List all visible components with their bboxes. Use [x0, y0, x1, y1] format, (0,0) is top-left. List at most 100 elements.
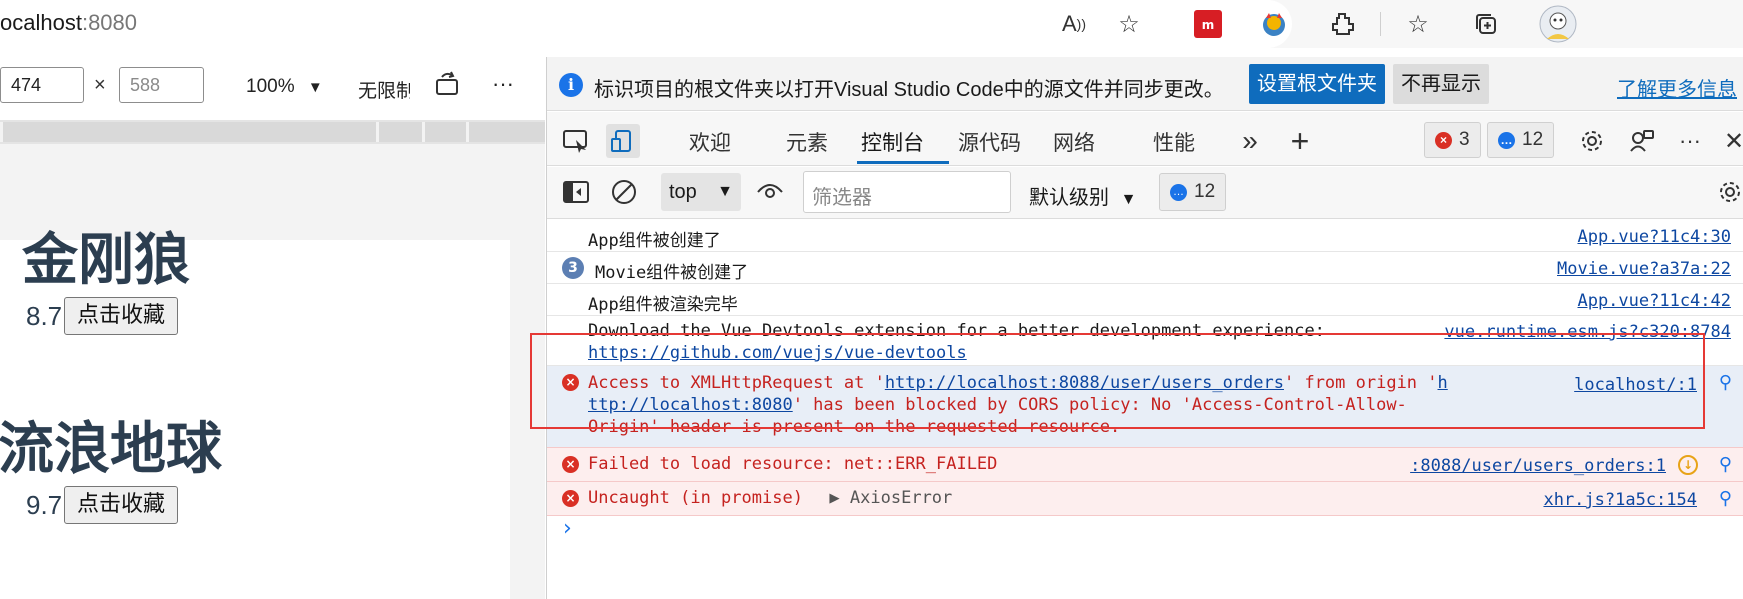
- tab-network[interactable]: 网络: [1053, 127, 1095, 157]
- viewport-gutter: [510, 177, 545, 599]
- favorite-button[interactable]: 点击收藏: [64, 486, 179, 524]
- devtools-tabbar: 欢迎 元素 控制台 源代码 网络 性能 » + × 3 … 12 ··· ✕: [547, 112, 1743, 166]
- more-tabs-icon[interactable]: »: [1233, 124, 1267, 158]
- filter-input[interactable]: 筛选器: [803, 171, 1011, 213]
- origin-url-link[interactable]: ttp://localhost:8080: [588, 395, 793, 415]
- console-message[interactable]: App组件被创建了 App.vue?11c4:30: [547, 220, 1743, 252]
- inspect-element-icon[interactable]: [559, 124, 593, 158]
- tab-performance[interactable]: 性能: [1153, 127, 1195, 157]
- console-error-message[interactable]: × Failed to load resource: net::ERR_FAIL…: [547, 448, 1743, 482]
- source-link[interactable]: App.vue?11c4:42: [1577, 291, 1731, 311]
- search-icon[interactable]: ⚲: [1719, 372, 1732, 393]
- search-icon[interactable]: ⚲: [1719, 454, 1732, 475]
- active-tab-indicator: [857, 161, 949, 164]
- source-link[interactable]: App.vue?11c4:30: [1577, 227, 1731, 247]
- feedback-icon[interactable]: [1625, 124, 1659, 158]
- message-text: Download the Vue Devtools extension for …: [588, 321, 1336, 341]
- more-options-icon[interactable]: ···: [1673, 124, 1707, 158]
- message-icon: …: [1170, 184, 1187, 201]
- message-text: Uncaught (in promise) ▶ AxiosError: [588, 488, 953, 508]
- add-tab-icon[interactable]: +: [1283, 123, 1317, 159]
- tab-welcome[interactable]: 欢迎: [689, 127, 731, 157]
- zoom-select[interactable]: 100% ▼: [246, 76, 323, 98]
- extensions-icon[interactable]: [1327, 8, 1359, 40]
- settings-gear-icon[interactable]: [1575, 124, 1609, 158]
- throttle-select[interactable]: 无限制: [358, 76, 410, 103]
- media-query-bar[interactable]: [422, 122, 466, 142]
- message-text: Access to XMLHttpRequest at 'http://loca…: [588, 373, 1448, 393]
- chevron-down-icon: ▼: [1120, 191, 1137, 208]
- rotate-device-icon[interactable]: [434, 71, 462, 103]
- extension-cat-icon[interactable]: [1258, 8, 1290, 40]
- device-toolbar: 474 × 588 100% ▼ 无限制 ···: [0, 57, 545, 113]
- toggle-sidebar-icon[interactable]: [559, 175, 593, 209]
- learn-more-link[interactable]: 了解更多信息: [1617, 73, 1737, 102]
- console-messages: App组件被创建了 App.vue?11c4:30 3 Movie组件被创建了 …: [547, 220, 1743, 599]
- favorite-button[interactable]: 点击收藏: [64, 297, 179, 335]
- console-error-message[interactable]: × Access to XMLHttpRequest at 'http://lo…: [547, 366, 1743, 448]
- clear-console-icon[interactable]: [607, 175, 641, 209]
- message-icon: …: [1498, 132, 1515, 149]
- expand-triangle-icon[interactable]: ▶: [829, 488, 839, 508]
- collections-icon[interactable]: [1470, 8, 1502, 40]
- source-link[interactable]: Movie.vue?a37a:22: [1557, 259, 1731, 279]
- movie-score: 8.7: [26, 301, 63, 331]
- tab-elements[interactable]: 元素: [786, 127, 828, 157]
- set-root-folder-button[interactable]: 设置根文件夹: [1249, 64, 1385, 104]
- media-query-bar[interactable]: [376, 122, 422, 142]
- dimension-separator: ×: [94, 74, 106, 96]
- source-link[interactable]: :8088/user/users_orders:1: [1410, 456, 1666, 476]
- chevron-down-icon: ▼: [717, 183, 733, 200]
- source-link[interactable]: localhost/:1: [1574, 375, 1697, 395]
- console-message[interactable]: 3 Movie组件被创建了 Movie.vue?a37a:22: [547, 252, 1743, 284]
- console-settings-icon[interactable]: [1713, 175, 1743, 209]
- context-select[interactable]: top ▼: [661, 173, 741, 211]
- devtools-panel: i 标识项目的根文件夹以打开Visual Studio Code中的源文件并同步…: [530, 57, 1743, 599]
- error-object[interactable]: AxiosError: [850, 488, 952, 508]
- chevron-down-icon: ▼: [307, 79, 323, 96]
- console-error-message[interactable]: × Uncaught (in promise) ▶ AxiosError xhr…: [547, 482, 1743, 516]
- dont-show-again-button[interactable]: 不再显示: [1393, 64, 1489, 104]
- movie-score: 9.7: [26, 490, 63, 520]
- media-query-bar[interactable]: [0, 122, 376, 142]
- origin-url-link[interactable]: h: [1438, 373, 1448, 393]
- devtools-download-link[interactable]: https://github.com/vuejs/vue-devtools: [588, 343, 967, 363]
- read-aloud-icon[interactable]: A)): [1058, 8, 1090, 40]
- message-count-badge[interactable]: … 12: [1487, 122, 1555, 158]
- console-message[interactable]: Download the Vue Devtools extension for …: [547, 316, 1743, 366]
- mendeley-icon[interactable]: m: [1192, 8, 1224, 40]
- error-icon: ×: [562, 456, 579, 473]
- log-level-select[interactable]: 默认级别 ▼: [1029, 181, 1136, 210]
- media-query-bar[interactable]: [466, 122, 545, 142]
- live-expression-eye-icon[interactable]: [753, 175, 787, 209]
- more-options-icon[interactable]: ···: [492, 71, 514, 97]
- profile-avatar[interactable]: [1538, 4, 1578, 44]
- media-query-ruler: [0, 120, 545, 144]
- close-devtools-icon[interactable]: ✕: [1717, 124, 1743, 158]
- source-link[interactable]: vue.runtime.esm.js?c320:8784: [1444, 322, 1731, 342]
- message-text: ttp://localhost:8080' has been blocked b…: [588, 395, 1407, 415]
- tab-sources[interactable]: 源代码: [958, 127, 1021, 157]
- favorites-icon[interactable]: ☆: [1402, 8, 1434, 40]
- message-text: App组件被渲染完毕: [588, 295, 738, 315]
- source-link[interactable]: xhr.js?1a5c:154: [1543, 490, 1697, 510]
- error-count-badge[interactable]: × 3: [1424, 122, 1481, 158]
- device-emulation-icon[interactable]: [606, 124, 640, 158]
- tab-console[interactable]: 控制台: [861, 127, 924, 157]
- device-emulation-pane: 474 × 588 100% ▼ 无限制 ··· 金刚狼 8.7 点击收藏 流浪…: [0, 57, 545, 599]
- message-text: App组件被创建了: [588, 231, 721, 251]
- network-warning-icon[interactable]: ↓: [1678, 455, 1698, 475]
- search-icon[interactable]: ⚲: [1719, 488, 1732, 509]
- console-message-count[interactable]: … 12: [1159, 173, 1227, 211]
- url-text[interactable]: ocalhost:8080: [0, 10, 137, 36]
- device-width-input[interactable]: 474: [0, 67, 84, 103]
- movie-title: 流浪地球: [0, 417, 222, 482]
- console-toolbar: top ▼ 筛选器 默认级别 ▼ … 12: [547, 167, 1743, 219]
- device-height-input[interactable]: 588: [119, 67, 204, 103]
- console-message[interactable]: App组件被渲染完毕 App.vue?11c4:42: [547, 284, 1743, 316]
- console-prompt-icon[interactable]: ›: [563, 516, 572, 541]
- request-url-link[interactable]: http://localhost:8088/user/users_orders: [885, 373, 1284, 393]
- add-favorite-icon[interactable]: ☆: [1113, 8, 1145, 40]
- address-bar[interactable]: ocalhost:8080 A)) ☆: [0, 0, 1292, 48]
- browser-toolbar: ocalhost:8080 A)) ☆ m ☆: [0, 0, 1743, 48]
